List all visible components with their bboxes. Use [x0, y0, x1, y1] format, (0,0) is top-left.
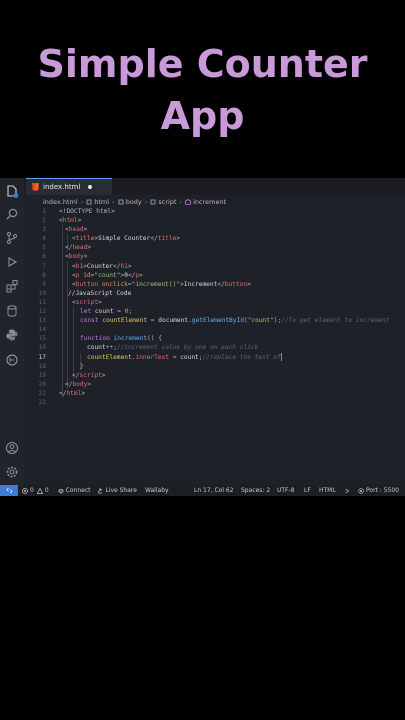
code-line: 18}	[24, 362, 405, 371]
line-number: 12	[38, 308, 46, 316]
line-number: 16	[38, 344, 46, 352]
settings-icon[interactable]	[5, 465, 19, 479]
warning-icon	[36, 487, 43, 494]
code-line: 16 count++;//increment value by one on ea…	[24, 343, 405, 352]
code-line: 8 <p id="count">0</p>	[24, 271, 405, 280]
line-number: 15	[38, 335, 46, 343]
line-number: 5	[42, 244, 46, 252]
line-number: 21	[38, 389, 46, 397]
line-number: 22	[38, 398, 46, 406]
tab-index-html[interactable]: index.html	[26, 178, 112, 195]
line-number: 14	[38, 326, 46, 334]
code-line: 2 <html>	[24, 216, 405, 225]
language-mode[interactable]: HTML	[319, 485, 336, 496]
code-area[interactable]: 1 <!DOCTYPE html> 2 <html> 3 <head> 4 <title…	[24, 207, 405, 407]
code-line: 13 const countElement = document.getEleme…	[24, 316, 405, 325]
indentation[interactable]: Spaces: 2	[241, 485, 270, 496]
problems-indicator[interactable]: 0 0	[22, 487, 49, 494]
gitlens-icon[interactable]	[5, 353, 19, 367]
live-server-port[interactable]: Port : 5500	[358, 485, 399, 496]
code-line: 14	[24, 325, 405, 334]
code-line: 21 </html>	[24, 389, 405, 398]
code-line: 3 <head>	[24, 225, 405, 234]
chevron-right-icon: ›	[80, 197, 84, 206]
live-share-button[interactable]: Live Share	[97, 487, 137, 494]
activity-bar	[0, 178, 24, 485]
code-line: 22	[24, 398, 405, 407]
search-icon[interactable]	[5, 207, 19, 221]
encoding[interactable]: UTF-8	[277, 485, 295, 496]
explorer-icon[interactable]	[5, 184, 19, 198]
code-line: 11 <script>	[24, 298, 405, 307]
code-line-active: 17 countElement.innerText = count;//repla…	[24, 352, 405, 362]
python-icon[interactable]	[5, 328, 19, 342]
line-number: 18	[38, 362, 46, 370]
error-icon	[22, 487, 28, 494]
title-line-1: Simple Counter	[37, 42, 368, 86]
cursor-position[interactable]: Ln 17, Col 62	[194, 485, 234, 496]
connect-button[interactable]: Connect	[58, 487, 90, 494]
title-line-2: App	[160, 94, 245, 138]
element-icon	[118, 199, 124, 204]
line-number: 10	[38, 289, 46, 297]
breadcrumb: index.html › html › body › script › incr…	[24, 196, 405, 207]
line-number: 1	[42, 208, 46, 215]
text-cursor	[280, 352, 282, 361]
unsaved-dot-icon[interactable]	[88, 185, 93, 189]
account-icon[interactable]	[5, 441, 19, 455]
plug-icon	[58, 488, 64, 494]
wallaby-button[interactable]: Wallaby	[145, 487, 169, 494]
breadcrumb-increment[interactable]: increment	[185, 198, 226, 206]
breadcrumb-script[interactable]: script	[150, 198, 177, 206]
chevron-right-icon: ›	[179, 197, 183, 206]
code-line: 9 <button onclick="increment()">Increment…	[24, 280, 405, 289]
database-icon[interactable]	[5, 304, 19, 318]
line-number: 20	[38, 380, 46, 388]
formatter-icon[interactable]	[344, 485, 352, 496]
breadcrumb-html[interactable]: html	[86, 198, 109, 206]
code-line: 5 </head>	[24, 243, 405, 252]
code-line: 10//JavaScript Code	[24, 289, 405, 298]
tab-bar: index.html	[24, 178, 405, 195]
code-line: 4 <title>Simple Counter</title>	[24, 234, 405, 243]
line-number: 11	[38, 298, 46, 306]
code-line: 6 <body>	[24, 252, 405, 261]
element-icon	[150, 199, 156, 204]
function-icon	[185, 198, 192, 205]
code-line: 1 <!DOCTYPE html>	[24, 207, 405, 216]
live-share-icon	[98, 488, 103, 493]
line-number: 7	[42, 262, 46, 270]
line-number: 4	[42, 235, 46, 243]
page-title: Simple Counter App	[0, 38, 405, 142]
line-number: 6	[42, 253, 46, 261]
status-bar: 0 0 Connect Live Share Wallaby Ln 17, Co…	[0, 485, 405, 496]
breadcrumb-body[interactable]: body	[118, 198, 142, 206]
end-of-line[interactable]: LF	[304, 485, 311, 496]
remote-icon[interactable]	[0, 485, 18, 496]
line-number: 3	[42, 226, 46, 234]
element-icon	[86, 199, 92, 204]
breadcrumb-file[interactable]: index.html	[43, 198, 78, 206]
html5-icon	[32, 183, 39, 191]
line-number: 17	[38, 353, 46, 361]
line-number: 8	[42, 271, 46, 279]
code-line: 19 </script>	[24, 371, 405, 380]
run-debug-icon[interactable]	[5, 255, 19, 269]
code-editor-window: index.html index.html › html › body › sc…	[0, 178, 405, 496]
code-line: 7 <h1>Counter</h1>	[24, 262, 405, 271]
extensions-icon[interactable]	[5, 279, 19, 293]
source-control-icon[interactable]	[5, 231, 19, 245]
line-number: 19	[38, 371, 46, 379]
chevron-right-icon: ›	[112, 197, 115, 206]
chevron-right-icon: ›	[144, 197, 148, 206]
code-line: 20 </body>	[24, 380, 405, 389]
broadcast-icon	[358, 487, 364, 494]
line-number: 2	[42, 217, 46, 225]
code-line: 15 function increment() {	[24, 334, 405, 343]
line-number: 13	[38, 317, 46, 325]
tab-label: index.html	[43, 183, 81, 191]
line-number: 9	[42, 280, 46, 288]
code-line: 12 let count = 0;	[24, 307, 405, 316]
